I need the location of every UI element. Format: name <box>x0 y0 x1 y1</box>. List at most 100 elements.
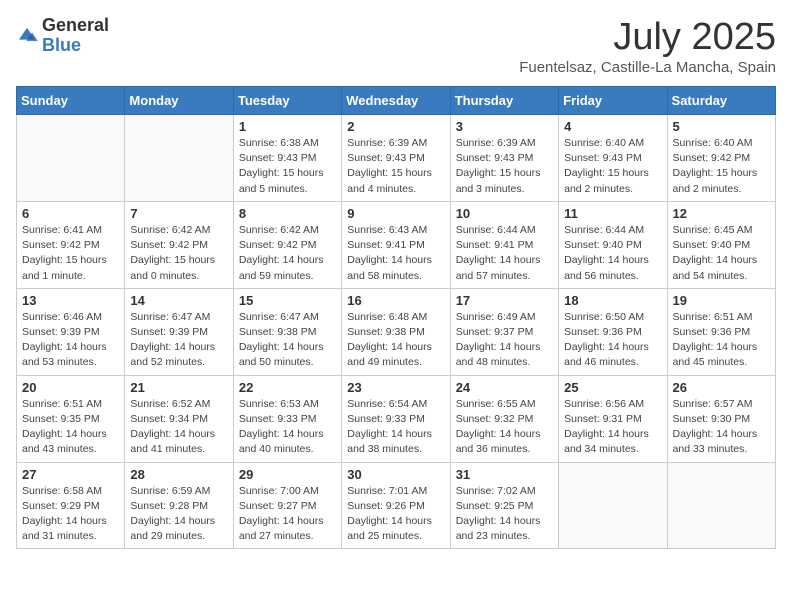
day-number: 31 <box>456 467 553 482</box>
day-number: 24 <box>456 380 553 395</box>
calendar-cell: 7 Sunrise: 6:42 AM Sunset: 9:42 PM Daylig… <box>125 201 233 288</box>
calendar-cell: 30 Sunrise: 7:01 AM Sunset: 9:26 PM Dayli… <box>342 462 450 549</box>
weekday-header-thursday: Thursday <box>450 87 558 115</box>
day-number: 26 <box>673 380 770 395</box>
day-number: 13 <box>22 293 119 308</box>
calendar-cell <box>667 462 775 549</box>
weekday-header-sunday: Sunday <box>17 87 125 115</box>
month-title: July 2025 <box>519 16 776 59</box>
day-info: Sunrise: 6:52 AM Sunset: 9:34 PM Dayligh… <box>130 397 227 458</box>
day-number: 4 <box>564 119 661 134</box>
calendar-cell: 11 Sunrise: 6:44 AM Sunset: 9:40 PM Dayli… <box>559 201 667 288</box>
weekday-header-friday: Friday <box>559 87 667 115</box>
calendar-week-row: 6Sunrise: 6:41 AM Sunset: 9:42 PM Daylig… <box>17 201 776 288</box>
day-number: 21 <box>130 380 227 395</box>
calendar-cell: 13 Sunrise: 6:46 AM Sunset: 9:39 PM Dayli… <box>17 288 125 375</box>
day-number: 29 <box>239 467 336 482</box>
calendar-cell: 20 Sunrise: 6:51 AM Sunset: 9:35 PM Dayli… <box>17 375 125 462</box>
calendar-cell: 4 Sunrise: 6:40 AM Sunset: 9:43 PM Daylig… <box>559 115 667 202</box>
day-info: Sunrise: 6:42 AM Sunset: 9:42 PM Dayligh… <box>130 223 227 284</box>
day-info: Sunrise: 7:02 AM Sunset: 9:25 PM Dayligh… <box>456 484 553 545</box>
day-number: 1 <box>239 119 336 134</box>
day-info: Sunrise: 6:44 AM Sunset: 9:41 PM Dayligh… <box>456 223 553 284</box>
day-info: Sunrise: 6:56 AM Sunset: 9:31 PM Dayligh… <box>564 397 661 458</box>
day-number: 16 <box>347 293 444 308</box>
day-info: Sunrise: 6:50 AM Sunset: 9:36 PM Dayligh… <box>564 310 661 371</box>
day-number: 2 <box>347 119 444 134</box>
day-info: Sunrise: 6:43 AM Sunset: 9:41 PM Dayligh… <box>347 223 444 284</box>
logo-text: General Blue <box>42 16 109 56</box>
day-info: Sunrise: 6:40 AM Sunset: 9:43 PM Dayligh… <box>564 136 661 197</box>
day-number: 20 <box>22 380 119 395</box>
calendar-cell: 26 Sunrise: 6:57 AM Sunset: 9:30 PM Dayli… <box>667 375 775 462</box>
calendar-cell: 14 Sunrise: 6:47 AM Sunset: 9:39 PM Dayli… <box>125 288 233 375</box>
calendar-cell: 3 Sunrise: 6:39 AM Sunset: 9:43 PM Daylig… <box>450 115 558 202</box>
calendar-cell: 17Sunrise: 6:49 AM Sunset: 9:37 PM Dayli… <box>450 288 558 375</box>
day-number: 8 <box>239 206 336 221</box>
calendar-week-row: 20 Sunrise: 6:51 AM Sunset: 9:35 PM Dayli… <box>17 375 776 462</box>
day-number: 7 <box>130 206 227 221</box>
calendar-cell <box>125 115 233 202</box>
day-info: Sunrise: 6:53 AM Sunset: 9:33 PM Dayligh… <box>239 397 336 458</box>
calendar-cell: 12 Sunrise: 6:45 AM Sunset: 9:40 PM Dayli… <box>667 201 775 288</box>
calendar-cell: 16Sunrise: 6:48 AM Sunset: 9:38 PM Dayli… <box>342 288 450 375</box>
day-number: 19 <box>673 293 770 308</box>
page-header: General Blue July 2025 Fuentelsaz, Casti… <box>16 16 776 76</box>
calendar-cell: 23 Sunrise: 6:54 AM Sunset: 9:33 PM Dayli… <box>342 375 450 462</box>
day-info: Sunrise: 7:00 AM Sunset: 9:27 PM Dayligh… <box>239 484 336 545</box>
day-info: Sunrise: 6:44 AM Sunset: 9:40 PM Dayligh… <box>564 223 661 284</box>
day-info: Sunrise: 6:39 AM Sunset: 9:43 PM Dayligh… <box>347 136 444 197</box>
calendar-cell: 29 Sunrise: 7:00 AM Sunset: 9:27 PM Dayli… <box>233 462 341 549</box>
day-info: Sunrise: 6:38 AM Sunset: 9:43 PM Dayligh… <box>239 136 336 197</box>
calendar-cell: 27Sunrise: 6:58 AM Sunset: 9:29 PM Dayli… <box>17 462 125 549</box>
day-number: 10 <box>456 206 553 221</box>
calendar-cell: 19 Sunrise: 6:51 AM Sunset: 9:36 PM Dayli… <box>667 288 775 375</box>
calendar-cell: 22Sunrise: 6:53 AM Sunset: 9:33 PM Dayli… <box>233 375 341 462</box>
day-info: Sunrise: 6:47 AM Sunset: 9:39 PM Dayligh… <box>130 310 227 371</box>
weekday-header-monday: Monday <box>125 87 233 115</box>
day-info: Sunrise: 6:59 AM Sunset: 9:28 PM Dayligh… <box>130 484 227 545</box>
calendar-cell: 15 Sunrise: 6:47 AM Sunset: 9:38 PM Dayli… <box>233 288 341 375</box>
calendar-cell: 1 Sunrise: 6:38 AM Sunset: 9:43 PM Daylig… <box>233 115 341 202</box>
day-number: 30 <box>347 467 444 482</box>
calendar-cell: 9 Sunrise: 6:43 AM Sunset: 9:41 PM Daylig… <box>342 201 450 288</box>
day-number: 15 <box>239 293 336 308</box>
calendar-cell: 25 Sunrise: 6:56 AM Sunset: 9:31 PM Dayli… <box>559 375 667 462</box>
weekday-header-wednesday: Wednesday <box>342 87 450 115</box>
calendar-cell <box>17 115 125 202</box>
calendar-cell: 5Sunrise: 6:40 AM Sunset: 9:42 PM Daylig… <box>667 115 775 202</box>
day-number: 18 <box>564 293 661 308</box>
day-number: 11 <box>564 206 661 221</box>
day-info: Sunrise: 6:57 AM Sunset: 9:30 PM Dayligh… <box>673 397 770 458</box>
calendar-cell: 6Sunrise: 6:41 AM Sunset: 9:42 PM Daylig… <box>17 201 125 288</box>
calendar-week-row: 13 Sunrise: 6:46 AM Sunset: 9:39 PM Dayli… <box>17 288 776 375</box>
calendar-week-row: 1 Sunrise: 6:38 AM Sunset: 9:43 PM Daylig… <box>17 115 776 202</box>
calendar-cell: 18 Sunrise: 6:50 AM Sunset: 9:36 PM Dayli… <box>559 288 667 375</box>
day-info: Sunrise: 6:55 AM Sunset: 9:32 PM Dayligh… <box>456 397 553 458</box>
calendar-cell: 21 Sunrise: 6:52 AM Sunset: 9:34 PM Dayli… <box>125 375 233 462</box>
day-number: 9 <box>347 206 444 221</box>
calendar-week-row: 27Sunrise: 6:58 AM Sunset: 9:29 PM Dayli… <box>17 462 776 549</box>
calendar-cell <box>559 462 667 549</box>
day-info: Sunrise: 6:45 AM Sunset: 9:40 PM Dayligh… <box>673 223 770 284</box>
day-number: 6 <box>22 206 119 221</box>
day-number: 25 <box>564 380 661 395</box>
day-info: Sunrise: 6:54 AM Sunset: 9:33 PM Dayligh… <box>347 397 444 458</box>
logo: General Blue <box>16 16 109 56</box>
calendar-table: SundayMondayTuesdayWednesdayThursdayFrid… <box>16 86 776 549</box>
day-number: 12 <box>673 206 770 221</box>
day-info: Sunrise: 6:51 AM Sunset: 9:35 PM Dayligh… <box>22 397 119 458</box>
day-number: 3 <box>456 119 553 134</box>
title-section: July 2025 Fuentelsaz, Castille-La Mancha… <box>519 16 776 76</box>
day-info: Sunrise: 6:47 AM Sunset: 9:38 PM Dayligh… <box>239 310 336 371</box>
day-number: 27 <box>22 467 119 482</box>
day-info: Sunrise: 6:39 AM Sunset: 9:43 PM Dayligh… <box>456 136 553 197</box>
logo-icon <box>16 25 38 47</box>
day-info: Sunrise: 6:40 AM Sunset: 9:42 PM Dayligh… <box>673 136 770 197</box>
day-info: Sunrise: 7:01 AM Sunset: 9:26 PM Dayligh… <box>347 484 444 545</box>
weekday-header-row: SundayMondayTuesdayWednesdayThursdayFrid… <box>17 87 776 115</box>
day-info: Sunrise: 6:46 AM Sunset: 9:39 PM Dayligh… <box>22 310 119 371</box>
day-info: Sunrise: 6:51 AM Sunset: 9:36 PM Dayligh… <box>673 310 770 371</box>
day-number: 14 <box>130 293 227 308</box>
day-number: 23 <box>347 380 444 395</box>
